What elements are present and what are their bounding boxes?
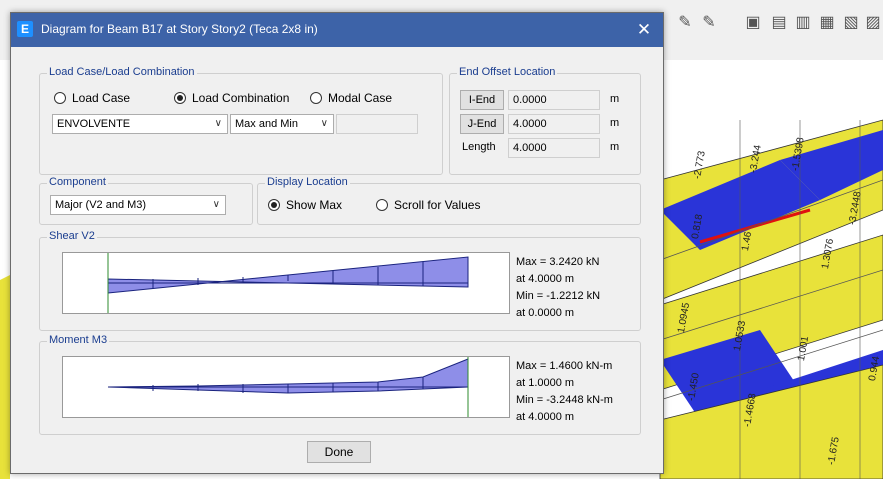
shear-v2-group: Shear V2 Max = 3.2420 kN at 4.0000 m Min… — [39, 230, 641, 331]
shear-min-value: Min = -1.2212 kN — [516, 290, 601, 302]
radio-modal-case[interactable]: Modal Case — [310, 91, 392, 105]
beam-diagram-dialog: E Diagram for Beam B17 at Story Story2 (… — [10, 12, 664, 474]
display-location-group: Display Location Show Max Scroll for Val… — [257, 176, 641, 225]
radio-load-case[interactable]: Load Case — [54, 91, 130, 105]
radio-indicator — [376, 199, 388, 211]
toolbar-view-icon[interactable]: ▣ — [744, 14, 762, 32]
i-end-unit: m — [610, 93, 620, 105]
envelope-type-value: Max and Min — [235, 118, 298, 130]
load-case-group-title: Load Case/Load Combination — [47, 66, 197, 78]
shear-max-location: at 4.0000 m — [516, 273, 575, 285]
shear-v2-group-title: Shear V2 — [47, 230, 97, 242]
length-unit: m — [610, 141, 620, 153]
end-offset-group-title: End Offset Location — [457, 66, 558, 78]
j-end-value: 4.0000 — [508, 114, 600, 134]
moment-max-value: Max = 1.4600 kN-m — [516, 360, 613, 372]
shear-diagram-svg — [107, 253, 469, 313]
i-end-button[interactable]: I-End — [460, 90, 504, 110]
radio-load-combination[interactable]: Load Combination — [174, 91, 289, 105]
moment-min-location: at 4.0000 m — [516, 411, 575, 423]
load-combination-value: ENVOLVENTE — [57, 118, 131, 130]
component-group-title: Component — [47, 176, 108, 188]
dialog-title: Diagram for Beam B17 at Story Story2 (Te… — [41, 22, 318, 36]
moment-diagram-plot — [62, 356, 510, 418]
toolbar-tool-icon[interactable]: ✎ — [700, 14, 718, 32]
component-value: Major (V2 and M3) — [55, 199, 147, 211]
load-combination-select[interactable]: ENVOLVENTE ∨ — [52, 114, 228, 134]
i-end-value: 0.0000 — [508, 90, 600, 110]
moment-max-location: at 1.0000 m — [516, 377, 575, 389]
radio-indicator-selected — [174, 92, 186, 104]
length-value: 4.0000 — [508, 138, 600, 158]
shear-diagram-plot — [62, 252, 510, 314]
radio-modal-case-label: Modal Case — [328, 91, 393, 105]
moment-m3-group-title: Moment M3 — [47, 334, 110, 346]
moment-diagram-area-upper — [107, 358, 469, 388]
component-group: Component Major (V2 and M3) ∨ — [39, 176, 253, 225]
radio-indicator — [54, 92, 66, 104]
radio-scroll-for-values[interactable]: Scroll for Values — [376, 198, 480, 212]
chevron-down-icon: ∨ — [212, 199, 220, 210]
toolbar-view-icon[interactable]: ▨ — [864, 14, 882, 32]
radio-show-max[interactable]: Show Max — [268, 198, 342, 212]
chevron-down-icon: ∨ — [320, 118, 328, 129]
moment-min-value: Min = -3.2448 kN-m — [516, 394, 613, 406]
toolbar-view-icon[interactable]: ▧ — [842, 14, 860, 32]
length-label: Length — [462, 141, 496, 153]
load-case-group: Load Case/Load Combination Load Case Loa… — [39, 66, 443, 175]
close-button[interactable]: ✕ — [633, 19, 655, 41]
end-offset-group: End Offset Location I-End 0.0000 m J-End… — [449, 66, 641, 175]
shear-summary: Max = 3.2420 kN at 4.0000 m Min = -1.221… — [516, 254, 600, 322]
radio-show-max-label: Show Max — [286, 198, 343, 212]
etabs-app-icon: E — [17, 21, 33, 37]
radio-load-case-label: Load Case — [72, 91, 131, 105]
j-end-button[interactable]: J-End — [460, 114, 504, 134]
display-location-group-title: Display Location — [265, 176, 350, 188]
radio-indicator-selected — [268, 199, 280, 211]
moment-summary: Max = 1.4600 kN-m at 1.0000 m Min = -3.2… — [516, 358, 613, 426]
toolbar-view-icon[interactable]: ▦ — [818, 14, 836, 32]
radio-indicator — [310, 92, 322, 104]
radio-load-combination-label: Load Combination — [192, 91, 290, 105]
moment-m3-group: Moment M3 Max = 1.4600 kN-m at 1.0000 m … — [39, 334, 641, 435]
component-select[interactable]: Major (V2 and M3) ∨ — [50, 195, 226, 215]
toolbar-view-icon[interactable]: ▥ — [794, 14, 812, 32]
shear-max-value: Max = 3.2420 kN — [516, 256, 600, 268]
toolbar-tool-icon[interactable]: ✎ — [676, 14, 694, 32]
step-field — [336, 114, 418, 134]
radio-scroll-for-values-label: Scroll for Values — [394, 198, 481, 212]
moment-diagram-svg — [107, 357, 469, 417]
shear-min-location: at 0.0000 m — [516, 307, 575, 319]
toolbar-view-icon[interactable]: ▤ — [770, 14, 788, 32]
j-end-unit: m — [610, 117, 620, 129]
dialog-titlebar[interactable]: E Diagram for Beam B17 at Story Story2 (… — [11, 13, 663, 47]
done-button[interactable]: Done — [307, 441, 371, 463]
envelope-type-select[interactable]: Max and Min ∨ — [230, 114, 334, 134]
chevron-down-icon: ∨ — [214, 118, 222, 129]
